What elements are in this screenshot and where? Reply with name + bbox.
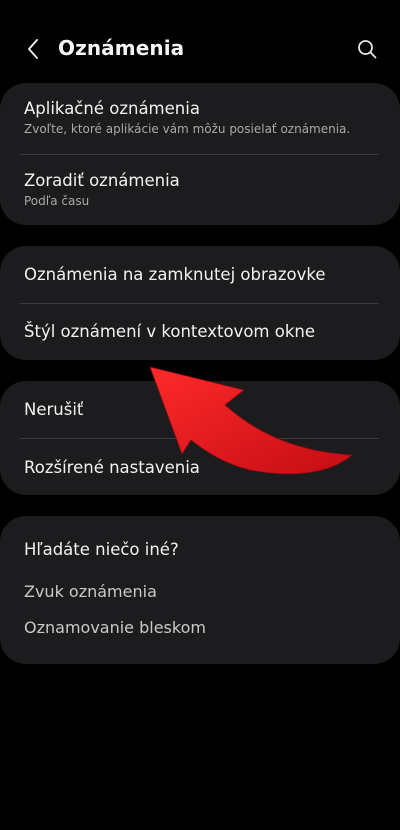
divider bbox=[20, 154, 379, 155]
item-title: Aplikačné oznámenia bbox=[24, 99, 200, 118]
item-title: Zoradiť oznámenia bbox=[24, 171, 180, 190]
divider bbox=[20, 438, 379, 439]
item-subtitle: Podľa času bbox=[24, 194, 90, 208]
lock-screen-notifications-item[interactable]: Oznámenia na zamknutej obrazovke bbox=[24, 265, 380, 285]
app-bar: Oznámenia bbox=[0, 22, 400, 76]
suggestions-card: Hľadáte niečo iné? Zvuk oznámenia Oznamo… bbox=[0, 516, 400, 664]
advanced-settings-item[interactable]: Rozšírené nastavenia bbox=[24, 458, 380, 478]
search-button[interactable] bbox=[352, 34, 382, 64]
do-not-disturb-item[interactable]: Nerušiť bbox=[24, 400, 380, 420]
divider bbox=[20, 303, 379, 304]
settings-group-1: Aplikačné oznámenia Zvoľte, ktoré apliká… bbox=[0, 83, 400, 225]
settings-group-3: Nerušiť Rozšírené nastavenia bbox=[0, 381, 400, 495]
search-icon bbox=[358, 40, 377, 59]
suggestion-link-flash-notification[interactable]: Oznamovanie bleskom bbox=[24, 618, 206, 637]
item-title: Rozšírené nastavenia bbox=[24, 458, 200, 477]
item-title: Nerušiť bbox=[24, 400, 84, 419]
item-title: Oznámenia na zamknutej obrazovke bbox=[24, 265, 326, 284]
back-button[interactable] bbox=[18, 34, 48, 64]
sort-notifications-item[interactable]: Zoradiť oznámenia Podľa času bbox=[24, 171, 380, 209]
page-title: Oznámenia bbox=[58, 36, 185, 60]
item-subtitle: Zvoľte, ktoré aplikácie vám môžu posiela… bbox=[24, 122, 351, 136]
back-chevron-icon bbox=[28, 39, 38, 59]
item-title: Štýl oznámení v kontextovom okne bbox=[24, 322, 315, 341]
suggestion-link-notification-sound[interactable]: Zvuk oznámenia bbox=[24, 582, 157, 601]
suggestions-heading: Hľadáte niečo iné? bbox=[24, 540, 179, 559]
app-notifications-item[interactable]: Aplikačné oznámenia Zvoľte, ktoré apliká… bbox=[24, 99, 380, 137]
settings-group-2: Oznámenia na zamknutej obrazovke Štýl oz… bbox=[0, 246, 400, 360]
popup-notification-style-item[interactable]: Štýl oznámení v kontextovom okne bbox=[24, 322, 380, 342]
